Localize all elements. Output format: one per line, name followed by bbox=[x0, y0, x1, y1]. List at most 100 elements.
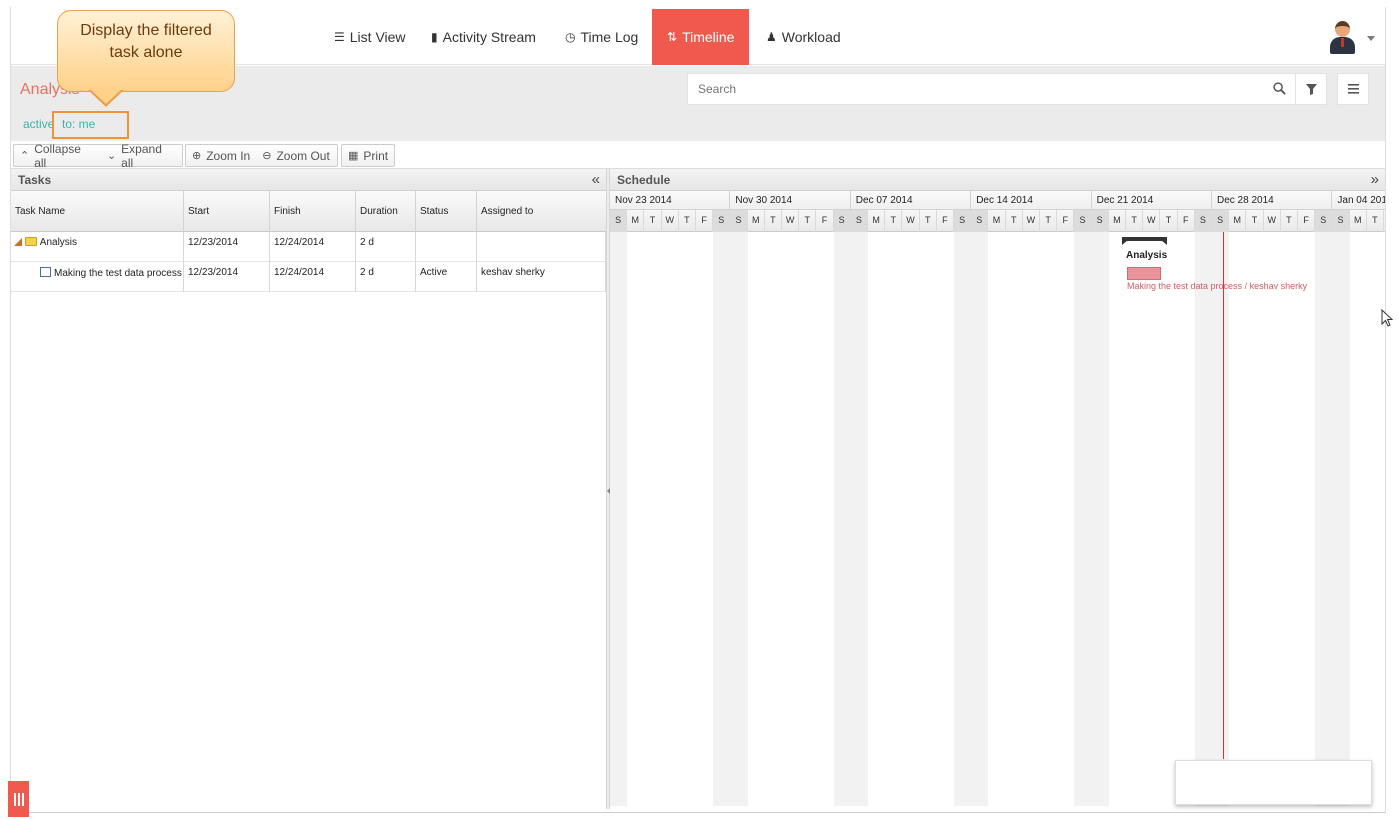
day-label: S bbox=[610, 210, 628, 232]
week-label: Nov 30 2014 bbox=[730, 191, 851, 210]
weekend-column bbox=[1332, 232, 1350, 806]
nav-timeline[interactable]: ⇅ Timeline bbox=[652, 9, 750, 65]
nav-label: Activity Stream bbox=[442, 29, 536, 45]
tasks-grid-header: Task Name Start Finish Duration Status A… bbox=[11, 191, 606, 232]
avatar[interactable] bbox=[1327, 19, 1357, 55]
col-header-finish[interactable]: Finish bbox=[270, 191, 356, 232]
menu-button[interactable] bbox=[1337, 73, 1369, 105]
schedule-panel-header: Schedule » bbox=[610, 169, 1385, 191]
day-label: M bbox=[868, 210, 886, 232]
weekend-column bbox=[971, 232, 989, 806]
side-panel-toggle[interactable] bbox=[8, 781, 29, 817]
task-name: Making the test data process bbox=[54, 268, 182, 279]
funnel-icon bbox=[1305, 83, 1317, 95]
col-header-task-name[interactable]: Task Name bbox=[11, 191, 184, 232]
task-name-cell: Analysis bbox=[11, 232, 184, 262]
day-label: F bbox=[696, 210, 714, 232]
collapse-all-label: Collapse all bbox=[34, 141, 81, 170]
expand-all-label: Expand all bbox=[121, 141, 162, 170]
search-input[interactable] bbox=[688, 74, 1248, 104]
day-label: W bbox=[1143, 210, 1161, 232]
search-icon[interactable] bbox=[1273, 82, 1286, 95]
day-label: S bbox=[1194, 210, 1212, 232]
weekend-column bbox=[850, 232, 868, 806]
day-label: F bbox=[1178, 210, 1195, 232]
day-label: T bbox=[885, 210, 903, 232]
expand-all-button[interactable]: ⌄ Expand all bbox=[101, 142, 182, 170]
tasks-panel-header: Tasks « bbox=[11, 169, 606, 191]
today-marker bbox=[1223, 232, 1225, 759]
nav-activity-stream[interactable]: ▮ Activity Stream bbox=[431, 9, 536, 65]
highlight-box bbox=[52, 111, 129, 139]
weekend-column bbox=[730, 232, 748, 806]
nav-label: Workload bbox=[781, 29, 841, 45]
day-label: W bbox=[1264, 210, 1281, 232]
week-label: Dec 07 2014 bbox=[851, 191, 972, 210]
col-header-status[interactable]: Status bbox=[416, 191, 477, 232]
hamburger-icon bbox=[1347, 84, 1359, 94]
weekend-column bbox=[1212, 232, 1230, 806]
day-label: T bbox=[920, 210, 937, 232]
task-bar-label: Making the test data process / keshav sh… bbox=[1127, 281, 1308, 291]
print-label: Print bbox=[363, 148, 389, 163]
tasks-panel: Tasks « Task Name Start Finish Duration … bbox=[11, 169, 606, 809]
collapse-all-button[interactable]: ⌃ Collapse all bbox=[14, 142, 101, 170]
day-label: S bbox=[1074, 210, 1092, 232]
summary-bar-analysis[interactable] bbox=[1122, 237, 1168, 245]
weekend-column bbox=[1091, 232, 1109, 806]
day-label: S bbox=[1315, 210, 1333, 232]
expand-toggle-icon[interactable] bbox=[14, 238, 22, 246]
nav-list-view[interactable]: ☰ List View bbox=[334, 9, 406, 65]
day-label: S bbox=[833, 210, 851, 232]
day-label: S bbox=[954, 210, 972, 232]
zoom-group: ⊕ Zoom In ⊖ Zoom Out bbox=[185, 144, 338, 167]
task-icon bbox=[40, 267, 51, 277]
image-icon: ▦ bbox=[348, 150, 359, 162]
day-label: F bbox=[1057, 210, 1075, 232]
table-row[interactable]: Analysis 12/23/2014 12/24/2014 2 d bbox=[11, 232, 606, 262]
user-icon: ♟ bbox=[766, 30, 777, 44]
filter-tag-active[interactable]: active bbox=[23, 117, 54, 131]
col-header-start[interactable]: Start bbox=[184, 191, 270, 232]
nav-workload[interactable]: ♟ Workload bbox=[766, 9, 841, 65]
day-label: S bbox=[713, 210, 731, 232]
day-label: S bbox=[1332, 210, 1350, 232]
day-header-row: SMTWTFSSMTWTFSSMTWTFSSMTWTFSSMTWTFSSMTWT… bbox=[610, 210, 1385, 232]
filter-button[interactable] bbox=[1295, 73, 1327, 105]
day-label: F bbox=[1298, 210, 1316, 232]
chevron-down-icon[interactable] bbox=[1367, 36, 1375, 41]
day-label: S bbox=[971, 210, 989, 232]
weekend-column bbox=[1074, 232, 1092, 806]
collapse-expand-group: ⌃ Collapse all ⌄ Expand all bbox=[13, 142, 183, 170]
day-label: T bbox=[1281, 210, 1298, 232]
zoom-in-button[interactable]: ⊕ Zoom In bbox=[186, 145, 256, 166]
day-label: M bbox=[1350, 210, 1367, 232]
callout-line: task alone bbox=[109, 44, 183, 61]
col-header-assigned[interactable]: Assigned to bbox=[477, 191, 606, 232]
table-row[interactable]: Making the test data process 12/23/2014 … bbox=[11, 262, 606, 292]
zoom-out-button[interactable]: ⊖ Zoom Out bbox=[256, 145, 336, 166]
week-label: Dec 28 2014 bbox=[1212, 191, 1333, 210]
assigned-cell: keshav sherky bbox=[477, 262, 606, 292]
day-label: T bbox=[1126, 210, 1144, 232]
task-name-cell: Making the test data process bbox=[11, 262, 184, 292]
day-label: T bbox=[1246, 210, 1264, 232]
week-label: Jan 04 2015 bbox=[1332, 191, 1385, 210]
duration-cell: 2 d bbox=[356, 262, 416, 292]
task-bar[interactable] bbox=[1127, 267, 1162, 280]
nav-time-log[interactable]: ◷ Time Log bbox=[565, 9, 638, 65]
print-button[interactable]: ▦ Print bbox=[342, 145, 394, 166]
schedule-panel-title: Schedule bbox=[617, 173, 671, 187]
status-cell: Active bbox=[416, 262, 477, 292]
weekend-column bbox=[954, 232, 972, 806]
week-label: Nov 23 2014 bbox=[610, 191, 731, 210]
print-group: ▦ Print bbox=[341, 144, 395, 167]
status-cell bbox=[416, 232, 477, 262]
day-label: W bbox=[902, 210, 920, 232]
day-label: T bbox=[679, 210, 696, 232]
task-name: Analysis bbox=[39, 237, 78, 248]
expand-right-icon[interactable]: » bbox=[1371, 171, 1379, 188]
collapse-left-icon[interactable]: « bbox=[592, 171, 600, 188]
zoom-out-label: Zoom Out bbox=[276, 148, 330, 163]
col-header-duration[interactable]: Duration bbox=[356, 191, 416, 232]
